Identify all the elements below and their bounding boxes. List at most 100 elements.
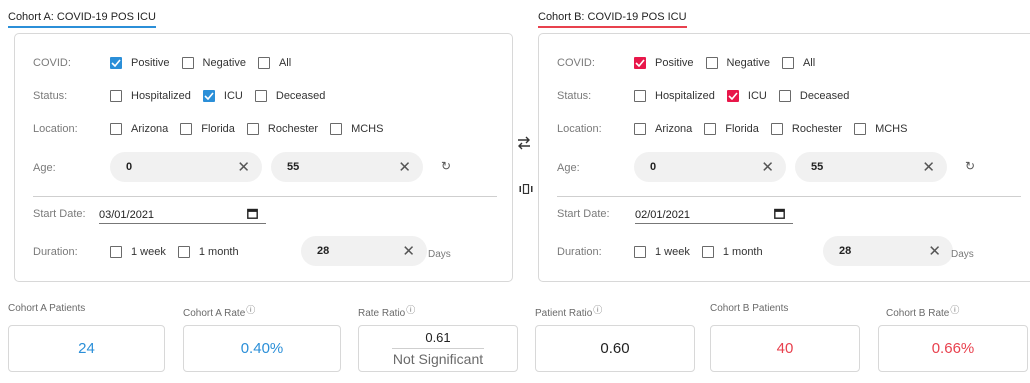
close-icon[interactable]: ✕ [761,160,774,175]
status-icu-checkbox[interactable]: ICU [726,90,767,102]
cohort-b-rate-value: 0.66% [878,325,1028,372]
duration-label: Duration: [557,246,602,258]
checkbox-icon [701,246,714,258]
cohort-b-panel: COVID: Positive Negative All Status: Hos… [538,33,1030,282]
covid-all-checkbox[interactable]: All [781,57,815,69]
checkbox-checked-icon [110,57,122,69]
divider [33,196,497,197]
location-mchs-checkbox[interactable]: MCHS [854,123,907,135]
location-florida-checkbox[interactable]: Florida [704,123,759,135]
age-min-input[interactable]: 0 ✕ [110,152,262,182]
calendar-icon[interactable] [774,208,785,222]
status-label: Status: [33,90,68,102]
age-label: Age: [33,162,56,174]
location-label: Location: [33,123,78,135]
checkbox-checked-icon [202,90,215,102]
checkbox-icon [254,90,267,102]
cohort-a-panel: COVID: Positive Negative All Status: Hos… [14,33,513,282]
checkbox-icon [181,57,194,69]
start-date-input[interactable]: 02/01/2021 [635,208,793,224]
status-row: Status: Hospitalized ICU Deceased [539,86,1030,106]
rate-ratio-label: Rate Ratioⓘ [358,305,416,319]
status-row: Status: Hospitalized ICU Deceased [15,86,512,106]
checkbox-icon [704,123,717,135]
location-arizona-checkbox[interactable]: Arizona [634,123,692,135]
duration-label: Duration: [33,246,78,258]
close-icon[interactable]: ✕ [237,160,250,175]
info-icon[interactable]: ⓘ [593,305,602,315]
duration-1-week-checkbox[interactable]: 1 week [110,246,166,258]
close-icon[interactable]: ✕ [402,244,415,259]
location-label: Location: [557,123,602,135]
divider [557,196,1021,197]
duration-days-input[interactable]: 28 ✕ [823,236,953,266]
days-unit: Days [951,249,974,260]
checkbox-icon [854,123,867,135]
cohort-a-title: Cohort A: COVID-19 POS ICU [8,11,156,28]
cohort-a-rate-value: 0.40% [183,325,341,372]
age-min-input[interactable]: 0 ✕ [634,152,786,182]
reset-icon[interactable]: ↻ [441,159,451,173]
patient-ratio-value: 0.60 [535,325,695,372]
rate-ratio-significance: Not Significant [392,351,484,367]
compare-icon[interactable] [519,181,533,199]
duration-1-week-checkbox[interactable]: 1 week [634,246,690,258]
location-row: Location: Arizona Florida Rochester MCHS [15,119,512,139]
checkbox-icon [110,123,122,135]
cohort-b-patients-value: 40 [710,325,860,372]
start-date-label: Start Date: [33,208,86,220]
age-max-input[interactable]: 55 ✕ [795,152,947,182]
location-rochester-checkbox[interactable]: Rochester [770,123,842,135]
status-label: Status: [557,90,592,102]
reset-icon[interactable]: ↻ [965,159,975,173]
calendar-icon[interactable] [247,208,258,222]
start-date-label: Start Date: [557,208,610,220]
location-row: Location: Arizona Florida Rochester MCHS [539,119,1030,139]
checkbox-icon [634,90,646,102]
status-deceased-checkbox[interactable]: Deceased [778,90,849,102]
age-label: Age: [557,162,580,174]
duration-days-input[interactable]: 28 ✕ [301,236,427,266]
close-icon[interactable]: ✕ [922,160,935,175]
checkbox-icon [180,123,193,135]
close-icon[interactable]: ✕ [398,160,411,175]
info-icon[interactable]: ⓘ [246,305,255,315]
location-rochester-checkbox[interactable]: Rochester [246,123,318,135]
covid-positive-checkbox[interactable]: Positive [634,57,694,69]
swap-arrows-icon[interactable] [516,136,532,155]
patient-ratio-label: Patient Ratioⓘ [535,305,603,319]
status-deceased-checkbox[interactable]: Deceased [254,90,325,102]
status-icu-checkbox[interactable]: ICU [202,90,243,102]
cohort-a-patients-value: 24 [8,325,165,372]
covid-row: COVID: Positive Negative All [539,53,1030,73]
age-max-input[interactable]: 55 ✕ [271,152,423,182]
cohort-a-patients-label: Cohort A Patients [8,303,86,314]
covid-all-checkbox[interactable]: All [257,57,291,69]
covid-positive-checkbox[interactable]: Positive [110,57,170,69]
cohort-b-patients-label: Cohort B Patients [710,303,789,314]
cohort-a-rate-label: Cohort A Rateⓘ [183,305,256,319]
location-florida-checkbox[interactable]: Florida [180,123,235,135]
covid-label: COVID: [557,57,595,69]
info-icon[interactable]: ⓘ [950,305,959,315]
close-icon[interactable]: ✕ [928,244,941,259]
start-date-input[interactable]: 03/01/2021 [99,208,266,224]
checkbox-checked-icon [726,90,739,102]
checkbox-icon [781,57,794,69]
cohort-b-rate-label: Cohort B Rateⓘ [886,305,960,319]
location-mchs-checkbox[interactable]: MCHS [330,123,383,135]
duration-1-month-checkbox[interactable]: 1 month [701,246,763,258]
duration-1-month-checkbox[interactable]: 1 month [177,246,239,258]
checkbox-icon [177,246,190,258]
checkbox-icon [246,123,259,135]
covid-negative-checkbox[interactable]: Negative [705,57,770,69]
checkbox-checked-icon [634,57,646,69]
status-hospitalized-checkbox[interactable]: Hospitalized [634,90,715,102]
info-icon[interactable]: ⓘ [406,305,415,315]
covid-row: COVID: Positive Negative All [15,53,512,73]
rate-ratio-value: 0.61 Not Significant [358,325,518,372]
checkbox-icon [634,123,646,135]
covid-negative-checkbox[interactable]: Negative [181,57,246,69]
status-hospitalized-checkbox[interactable]: Hospitalized [110,90,191,102]
location-arizona-checkbox[interactable]: Arizona [110,123,168,135]
